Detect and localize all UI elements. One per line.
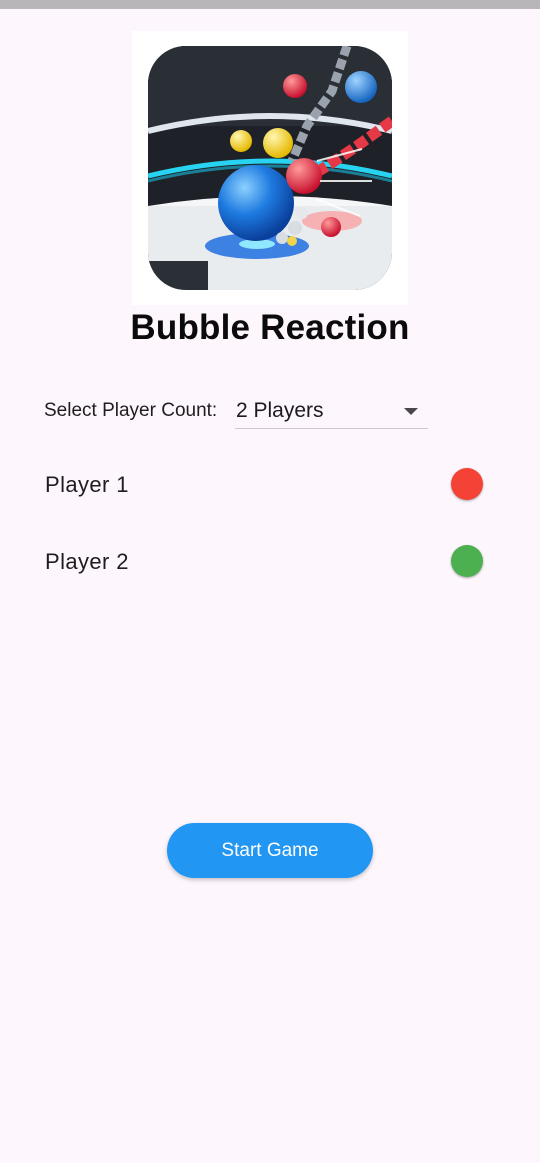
player-row: Player 1 bbox=[0, 466, 540, 506]
player-count-value: 2 Players bbox=[236, 399, 324, 422]
app-title: Bubble Reaction bbox=[130, 308, 410, 347]
player-count-label: Select Player Count: bbox=[44, 400, 218, 421]
status-bar bbox=[0, 0, 540, 9]
start-game-button[interactable]: Start Game bbox=[167, 823, 373, 878]
dropdown-arrow-icon bbox=[404, 408, 418, 415]
app-logo bbox=[132, 31, 408, 305]
player-name: Player 2 bbox=[45, 549, 129, 574]
player-count-dropdown[interactable]: 2 Players bbox=[235, 396, 428, 429]
player-row: Player 2 bbox=[0, 543, 540, 583]
player-name: Player 1 bbox=[45, 472, 129, 497]
player-color-swatch[interactable] bbox=[451, 468, 483, 500]
player-color-swatch[interactable] bbox=[451, 545, 483, 577]
